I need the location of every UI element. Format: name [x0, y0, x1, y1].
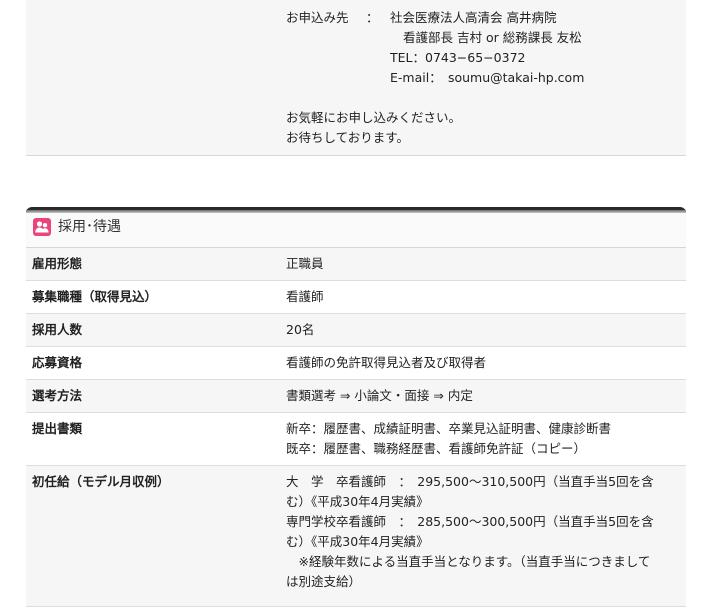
contact-tel: TEL：0743−65−0372	[390, 50, 526, 65]
contact-persons: 看護部長 吉村 or 総務課長 友松	[403, 30, 582, 45]
row-label: 応募資格	[32, 355, 83, 370]
row-value: 20名	[286, 322, 315, 337]
contact-org: 社会医療法人高清会 高井病院	[390, 10, 557, 25]
row-value: 大 学 卒看護師 ： 295,500〜310,500円（当直手当5回を含 む）《…	[286, 474, 654, 589]
row-label: 募集職種（取得見込）	[32, 289, 158, 304]
section-header: 採用･待遇	[26, 207, 686, 248]
table-row: 初任給（モデル月収例） 大 学 卒看護師 ： 295,500〜310,500円（…	[26, 466, 686, 607]
closing-text-2: お待ちしております。	[286, 130, 410, 145]
row-label: 雇用形態	[32, 256, 83, 271]
recruitment-table: 雇用形態 正職員 募集職種（取得見込） 看護師 採用人数 20名 応募資格 看護…	[26, 248, 686, 607]
people-icon	[33, 218, 51, 236]
page: お申込み先 ： 社会医療法人高清会 高井病院 看護部長 吉村 or 総務課長 友…	[0, 0, 711, 607]
section-header-bar	[26, 207, 686, 213]
contact-colon: ：	[366, 10, 379, 25]
closing-text-1: お気軽にお申し込みください。	[286, 110, 462, 125]
row-value: 書類選考 ⇒ 小論文・面接 ⇒ 内定	[286, 388, 473, 403]
contact-block: お申込み先 ： 社会医療法人高清会 高井病院 看護部長 吉村 or 総務課長 友…	[26, 0, 686, 156]
table-row: 提出書類 新卒：履歴書、成績証明書、卒業見込証明書、健康診断書 既卒：履歴書、職…	[26, 413, 686, 466]
row-value: 看護師	[286, 289, 324, 304]
contact-label: お申込み先	[286, 10, 349, 25]
table-row: 雇用形態 正職員	[26, 248, 686, 281]
section-title: 採用･待遇	[58, 219, 121, 235]
row-value: 看護師の免許取得見込者及び取得者	[286, 355, 487, 370]
row-label: 初任給（モデル月収例）	[32, 474, 170, 489]
table-row: 募集職種（取得見込） 看護師	[26, 281, 686, 314]
row-value: 正職員	[286, 256, 324, 271]
row-value: 新卒：履歴書、成績証明書、卒業見込証明書、健康診断書 既卒：履歴書、職務経歴書、…	[286, 421, 612, 456]
table-row: 選考方法 書類選考 ⇒ 小論文・面接 ⇒ 内定	[26, 380, 686, 413]
table-row: 採用人数 20名	[26, 314, 686, 347]
contact-email[interactable]: E-mail： soumu@takai-hp.com	[390, 68, 584, 88]
row-label: 採用人数	[32, 322, 83, 337]
row-label: 提出書類	[32, 421, 83, 436]
row-label: 選考方法	[32, 388, 83, 403]
table-row: 応募資格 看護師の免許取得見込者及び取得者	[26, 347, 686, 380]
